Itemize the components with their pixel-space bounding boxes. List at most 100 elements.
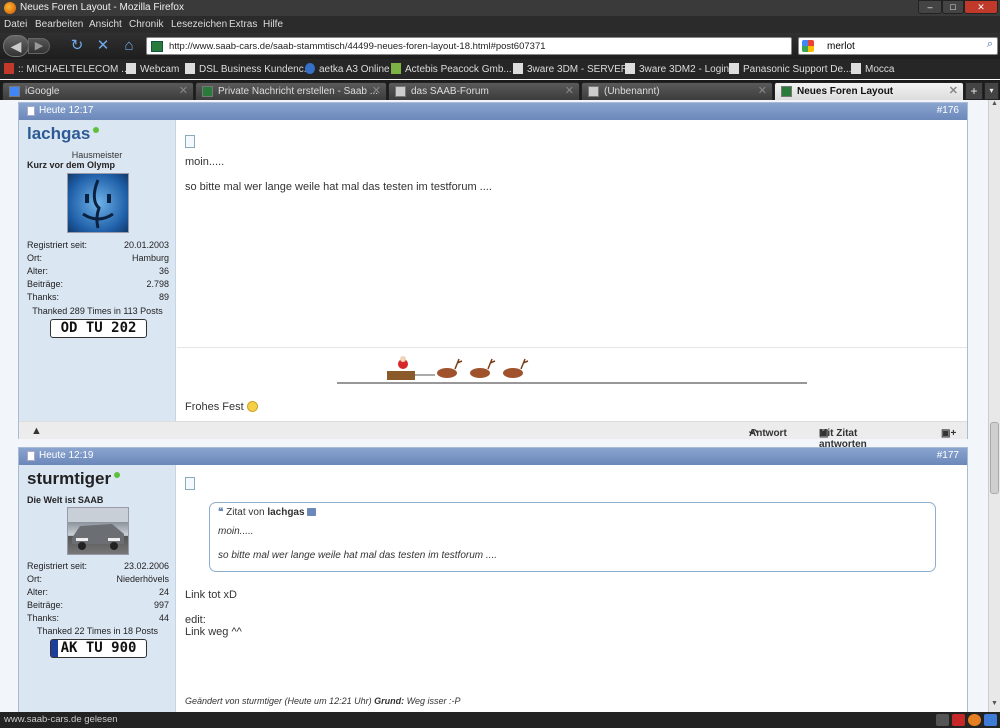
post-header: Heute 12:19 #177 <box>19 448 967 465</box>
window-title: Neues Foren Layout - Mozilla Firefox <box>20 2 184 13</box>
bookmark-michaeltelecom[interactable]: :: MICHAELTELECOM ... <box>4 63 130 75</box>
menu-bar: Datei Bearbeiten Ansicht Chronik Lesezei… <box>0 16 1000 33</box>
download-icon[interactable] <box>936 714 949 726</box>
scroll-up-icon[interactable]: ▲ <box>989 100 1000 112</box>
finder-face-icon <box>82 179 114 229</box>
bookmark-3ware-server1[interactable]: 3ware 3DM - SERVER1 <box>513 63 634 75</box>
menu-lesezeichen[interactable]: Lesezeichen <box>171 19 227 30</box>
bookmark-mocca[interactable]: Mocca <box>851 63 894 75</box>
avatar[interactable] <box>67 173 129 233</box>
smiley-icon <box>246 401 258 412</box>
bookmark-aetka[interactable]: aetka A3 Online <box>305 63 390 75</box>
tab-close-icon[interactable]: ✕ <box>372 84 381 97</box>
post-date: Heute 12:17 <box>39 105 94 116</box>
stop-button[interactable]: ✕ <box>92 36 114 56</box>
user-title: Kurz vor dem Olymp <box>27 160 116 170</box>
menu-chronik[interactable]: Chronik <box>129 19 163 30</box>
new-tab-button[interactable]: + <box>965 82 983 100</box>
vertical-scrollbar[interactable]: ▲ ▼ <box>988 100 1000 712</box>
license-plate: OD TU 202 <box>50 319 147 338</box>
thanks-count: Thanked 22 Times in 18 Posts <box>36 626 159 636</box>
home-button[interactable]: ⌂ <box>118 36 140 56</box>
forward-button[interactable]: ▶ <box>28 38 50 54</box>
username-link[interactable]: lachgas <box>27 124 100 144</box>
avatar[interactable] <box>67 507 129 555</box>
url-bar[interactable]: ☆ <box>146 37 919 55</box>
online-status-icon <box>93 127 100 133</box>
url-input[interactable] <box>169 39 729 53</box>
reload-button[interactable]: ↻ <box>66 36 88 56</box>
post-icon <box>27 451 35 461</box>
menu-datei[interactable]: Datei <box>4 19 27 30</box>
quote-header: ❝ Zitat von lachgas <box>218 507 317 518</box>
minimize-button[interactable]: – <box>918 0 942 14</box>
post-number-link[interactable]: #176 <box>937 105 959 116</box>
tab-bar: iGoogle ✕ Private Nachricht erstellen - S… <box>0 80 1000 100</box>
menu-bearbeiten[interactable]: Bearbeiten <box>35 19 83 30</box>
view-post-icon[interactable] <box>307 508 317 516</box>
menu-ansicht[interactable]: Ansicht <box>89 19 122 30</box>
tab-saab-forum[interactable]: das SAAB-Forum ✕ <box>388 82 580 100</box>
status-addon-icon[interactable] <box>984 714 997 726</box>
bookmark-webcam[interactable]: Webcam <box>126 63 179 75</box>
post-footer: ▲ ↶ Antwort ▣ Mit Zitat antworten ▣+ <box>19 421 967 450</box>
user-title: Die Welt ist SAAB <box>27 495 104 505</box>
tab-close-icon[interactable]: ✕ <box>949 84 958 97</box>
tab-igoogle[interactable]: iGoogle ✕ <box>2 82 194 100</box>
browser-window: Neues Foren Layout - Mozilla Firefox – □… <box>0 0 1000 728</box>
bookmark-3ware-login[interactable]: 3ware 3DM2 - Login <box>625 63 729 75</box>
scrollbar-thumb[interactable] <box>990 422 999 494</box>
post-text-line: so bitte mal wer lange weile hat mal das… <box>185 181 492 193</box>
saab-car-icon <box>72 524 124 550</box>
tab-list-button[interactable]: ▾ <box>984 82 999 100</box>
online-status-icon <box>114 472 121 478</box>
edit-note: Geändert von sturmtiger (Heute um 12:21 … <box>185 696 461 706</box>
adblock-icon[interactable] <box>952 714 965 726</box>
search-input[interactable] <box>827 39 977 53</box>
forum-post: Heute 12:19 #177 sturmtiger Die Welt ist… <box>18 447 968 712</box>
page-icon <box>513 63 523 74</box>
tab-private-nachricht[interactable]: Private Nachricht erstellen - Saab ... ✕ <box>195 82 387 100</box>
back-button[interactable]: ◀ <box>3 35 29 57</box>
google-icon <box>9 86 20 97</box>
license-plate: AK TU 900 <box>50 639 147 658</box>
menu-extras[interactable]: Extras <box>229 19 257 30</box>
post-number-link[interactable]: #177 <box>937 450 959 461</box>
bookmarks-toolbar: :: MICHAELTELECOM ... Webcam DSL Busines… <box>0 59 1000 79</box>
username-link[interactable]: sturmtiger <box>27 469 121 489</box>
tab-close-icon[interactable]: ✕ <box>565 84 574 97</box>
close-button[interactable]: ✕ <box>964 0 998 14</box>
bookmark-panasonic[interactable]: Panasonic Support De... <box>729 63 851 75</box>
site-favicon <box>781 86 792 97</box>
scroll-down-icon[interactable]: ▼ <box>989 700 1000 712</box>
maximize-button[interactable]: □ <box>942 0 964 14</box>
post-text-line: moin..... <box>185 156 225 168</box>
signature-text: Frohes Fest <box>185 401 258 413</box>
tab-close-icon[interactable]: ✕ <box>179 84 188 97</box>
page-icon <box>395 86 406 97</box>
tab-neues-foren-layout[interactable]: Neues Foren Layout ✕ <box>774 82 964 100</box>
google-icon[interactable] <box>802 40 814 52</box>
bookmark-actebis[interactable]: Actebis Peacock Gmb... <box>391 63 512 75</box>
report-warning-icon[interactable]: ▲ <box>31 425 42 437</box>
stop-icon: ✕ <box>96 37 110 54</box>
aetka-icon <box>305 63 315 74</box>
quote-box: ❝ Zitat von lachgas moin..... so bitte m… <box>209 502 936 572</box>
quote-text-line: moin..... <box>218 526 254 537</box>
page-icon <box>729 63 739 74</box>
search-bar[interactable]: ⌕ <box>798 37 998 55</box>
site-favicon <box>202 86 213 97</box>
menu-hilfe[interactable]: Hilfe <box>263 19 283 30</box>
arrow-right-icon: ▶ <box>34 40 44 52</box>
post-page-icon <box>185 135 195 148</box>
quote-text-line: so bitte mal wer lange weile hat mal das… <box>218 550 498 561</box>
page-content: Heute 12:17 #176 lachgas Hausmeister Kur… <box>0 100 988 712</box>
bookmark-dsl-business[interactable]: DSL Business Kundenc... <box>185 63 312 75</box>
tab-close-icon[interactable]: ✕ <box>758 84 767 97</box>
reindeer-sleigh-icon <box>337 356 807 384</box>
navigation-toolbar: ◀ ▶ ↻ ✕ ⌂ ☆ ⌕ <box>0 33 1000 59</box>
title-bar: Neues Foren Layout - Mozilla Firefox – □… <box>0 0 1000 16</box>
tab-unbenannt[interactable]: (Unbenannt) ✕ <box>581 82 773 100</box>
search-icon[interactable]: ⌕ <box>987 38 993 51</box>
firefox-addon-icon[interactable] <box>968 714 981 726</box>
